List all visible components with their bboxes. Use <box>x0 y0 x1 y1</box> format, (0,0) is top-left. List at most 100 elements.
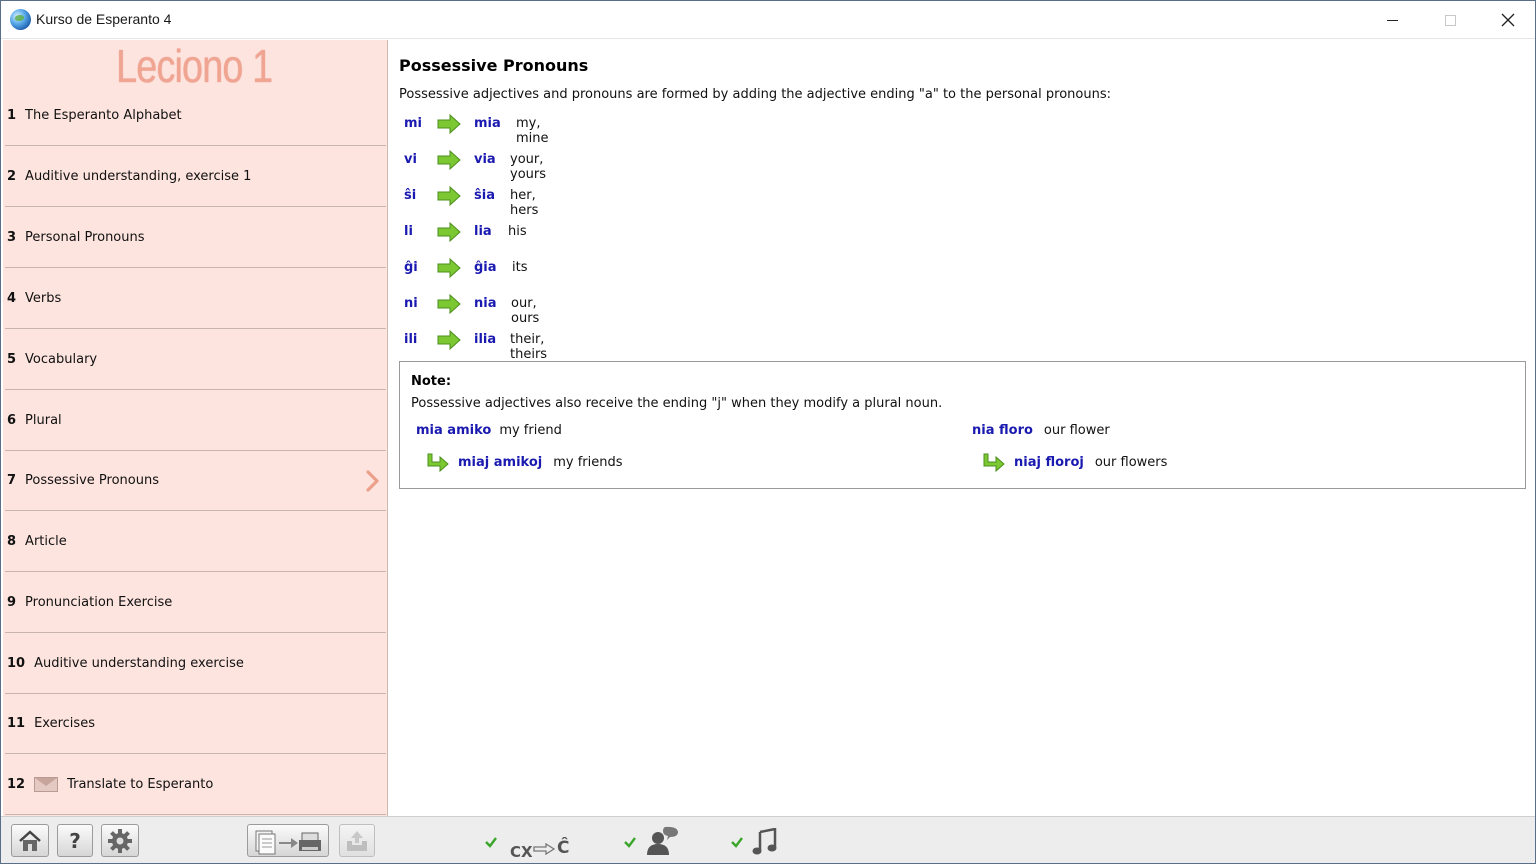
arrow-right-icon <box>437 294 461 314</box>
sidebar-item-translate[interactable]: 12 Translate to Esperanto <box>5 755 386 815</box>
print-icon <box>255 830 321 854</box>
sidebar-item-article[interactable]: 8 Article <box>5 512 386 572</box>
possessive-pronoun: ŝia <box>474 188 495 203</box>
speaker-toggle[interactable] <box>645 825 681 857</box>
translation: your, yours <box>510 152 547 182</box>
translation: her, hers <box>510 188 539 218</box>
lesson-sidebar: Leciono 1 1 The Esperanto Alphabet 2 Aud… <box>3 40 388 816</box>
translation: his <box>508 224 527 239</box>
globe-icon <box>10 9 31 30</box>
item-number: 7 <box>7 473 17 488</box>
item-label: Personal Pronouns <box>25 230 145 245</box>
personal-pronoun: li <box>404 224 413 239</box>
item-number: 1 <box>7 108 17 123</box>
sidebar-item-vocabulary[interactable]: 5 Vocabulary <box>5 330 386 390</box>
sidebar-item-alphabet[interactable]: 1 The Esperanto Alphabet <box>5 86 386 146</box>
personal-pronoun: vi <box>404 152 417 167</box>
personal-pronoun: ni <box>404 296 418 311</box>
gear-icon <box>108 828 132 853</box>
turn-arrow-icon <box>427 453 449 473</box>
export-button[interactable] <box>339 824 375 857</box>
item-label: Auditive understanding exercise <box>34 656 244 671</box>
home-button[interactable] <box>11 824 49 857</box>
item-number: 9 <box>7 595 17 610</box>
possessive-pronoun: nia <box>474 296 497 311</box>
checkmark-icon <box>485 837 497 848</box>
item-number: 3 <box>7 230 17 245</box>
item-label: Article <box>25 534 67 549</box>
note-title: Note: <box>411 374 452 389</box>
arrow-right-icon <box>437 330 461 350</box>
minimize-button[interactable] <box>1363 1 1421 39</box>
sidebar-item-verbs[interactable]: 4 Verbs <box>5 269 386 329</box>
personal-pronoun: mi <box>404 116 423 131</box>
title-bar: Kurso de Esperanto 4 <box>1 1 1535 39</box>
item-label: The Esperanto Alphabet <box>25 108 182 123</box>
example-plural[interactable]: miaj amikoj my friends <box>458 455 623 470</box>
home-icon <box>19 829 41 851</box>
item-label: Possessive Pronouns <box>25 473 159 488</box>
arrow-right-icon <box>437 186 461 206</box>
help-button[interactable]: ? <box>57 824 93 857</box>
example-singular[interactable]: mia amiko my friend <box>416 423 562 438</box>
cx-label: CX <box>510 843 533 861</box>
translation: my, mine <box>516 116 549 146</box>
lesson-content: Possessive Pronouns Possessive adjective… <box>399 40 1527 816</box>
esperanto-phrase: mia amiko <box>416 423 492 438</box>
sidebar-item-personal-pronouns[interactable]: 3 Personal Pronouns <box>5 208 386 268</box>
item-number: 6 <box>7 413 17 428</box>
item-label: Exercises <box>34 716 95 731</box>
maximize-button[interactable] <box>1421 1 1479 39</box>
sidebar-item-pronunciation[interactable]: 9 Pronunciation Exercise <box>5 573 386 633</box>
sidebar-item-auditive-exercise[interactable]: 10 Auditive understanding exercise <box>5 634 386 694</box>
possessive-pronoun: lia <box>474 224 492 239</box>
item-number: 2 <box>7 169 17 184</box>
turn-arrow-icon <box>983 453 1005 473</box>
page-title: Possessive Pronouns <box>399 56 589 75</box>
possessive-pronoun: ĝia <box>474 260 497 275</box>
translation: my friend <box>499 423 562 438</box>
translation: my friends <box>553 455 623 470</box>
close-icon <box>1501 13 1515 27</box>
cx-toggle[interactable]: CX Ĉ <box>507 829 571 861</box>
item-number: 12 <box>7 777 26 792</box>
chevron-right-icon <box>366 470 379 492</box>
c-circumflex-label: Ĉ <box>557 838 570 858</box>
checkmark-icon <box>731 837 743 848</box>
possessive-pronoun: ilia <box>474 332 497 347</box>
speaker-icon <box>647 826 678 855</box>
arrow-right-icon <box>437 258 461 278</box>
arrow-right-icon <box>437 222 461 242</box>
item-number: 11 <box>7 716 26 731</box>
item-label: Pronunciation Exercise <box>25 595 173 610</box>
item-label: Auditive understanding, exercise 1 <box>25 169 252 184</box>
item-number: 5 <box>7 352 17 367</box>
print-button[interactable] <box>247 824 329 857</box>
item-label: Plural <box>25 413 62 428</box>
arrow-right-icon <box>533 843 555 855</box>
item-number: 4 <box>7 291 17 306</box>
intro-text: Possessive adjectives and pronouns are f… <box>399 87 1111 102</box>
translation: its <box>512 260 528 275</box>
music-icon <box>752 827 777 855</box>
sidebar-item-possessive-pronouns[interactable]: 7 Possessive Pronouns <box>5 451 386 511</box>
sidebar-item-plural[interactable]: 6 Plural <box>5 391 386 451</box>
item-number: 10 <box>7 656 26 671</box>
music-toggle[interactable] <box>751 827 779 856</box>
sidebar-item-auditive-1[interactable]: 2 Auditive understanding, exercise 1 <box>5 147 386 207</box>
window-title: Kurso de Esperanto 4 <box>36 11 172 27</box>
example-plural[interactable]: niaj floroj our flowers <box>1014 455 1167 470</box>
example-singular[interactable]: nia floro our flower <box>972 423 1110 438</box>
arrow-right-icon <box>437 150 461 170</box>
item-label: Translate to Esperanto <box>67 777 214 792</box>
sidebar-item-exercises[interactable]: 11 Exercises <box>5 694 386 754</box>
esperanto-phrase: miaj amikoj <box>458 455 543 470</box>
item-label: Vocabulary <box>25 352 98 367</box>
personal-pronoun: ŝi <box>404 188 417 203</box>
settings-button[interactable] <box>101 824 139 857</box>
minimize-icon <box>1386 19 1398 21</box>
envelope-icon <box>34 777 59 792</box>
close-button[interactable] <box>1479 1 1536 39</box>
translation: our flower <box>1043 423 1110 438</box>
note-text: Possessive adjectives also receive the e… <box>411 396 943 411</box>
